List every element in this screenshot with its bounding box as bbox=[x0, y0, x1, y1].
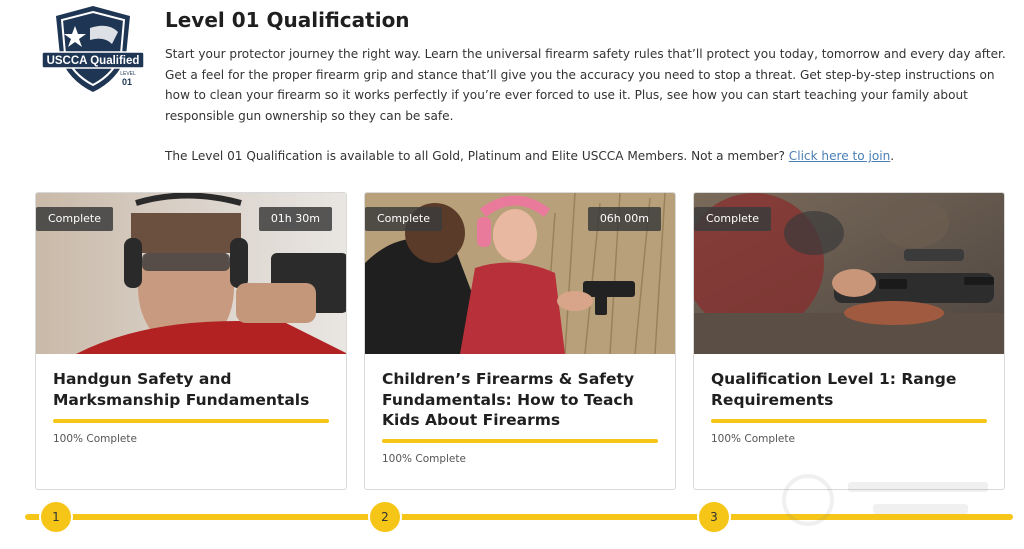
logo-text: USCCA Qualified bbox=[47, 55, 140, 67]
availability-suffix: . bbox=[890, 149, 895, 163]
step-marker: 1 bbox=[39, 500, 73, 534]
availability-text: The Level 01 Qualification is available … bbox=[165, 149, 785, 163]
availability-note: The Level 01 Qualification is available … bbox=[165, 146, 1010, 166]
page-title: Level 01 Qualification bbox=[165, 8, 410, 32]
course-card[interactable]: Complete Qualification Level 1: Range Re… bbox=[693, 192, 1005, 490]
join-link[interactable]: Click here to join bbox=[789, 149, 891, 163]
progress-text: 100% Complete bbox=[382, 453, 466, 465]
status-badge: Complete bbox=[36, 207, 114, 231]
progress-text: 100% Complete bbox=[711, 433, 795, 445]
progress-bar bbox=[53, 419, 329, 423]
progress-bar bbox=[711, 419, 987, 423]
uscca-qualified-logo: USCCA Qualified LEVEL 01 bbox=[38, 4, 148, 94]
step-marker: 2 bbox=[368, 500, 402, 534]
qualification-description: Start your protector journey the right w… bbox=[165, 47, 1006, 123]
course-title[interactable]: Qualification Level 1: Range Requirement… bbox=[711, 369, 989, 410]
course-card[interactable]: Complete 06h 00m Children’s Firearms & S… bbox=[364, 192, 676, 490]
progress-bar bbox=[382, 439, 658, 443]
step-marker: 3 bbox=[697, 500, 731, 534]
status-badge: Complete bbox=[694, 207, 772, 231]
status-badge: Complete bbox=[365, 207, 443, 231]
duration-badge: 06h 00m bbox=[587, 207, 661, 231]
watermark-logo bbox=[778, 470, 998, 530]
duration-badge: 01h 30m bbox=[258, 207, 332, 231]
course-title[interactable]: Handgun Safety and Marksmanship Fundamen… bbox=[53, 369, 331, 410]
logo-level-num: 01 bbox=[122, 77, 132, 87]
progress-text: 100% Complete bbox=[53, 433, 137, 445]
course-card[interactable]: Complete 01h 30m Handgun Safety and Mark… bbox=[35, 192, 347, 490]
course-title[interactable]: Children’s Firearms & Safety Fundamental… bbox=[382, 369, 660, 431]
